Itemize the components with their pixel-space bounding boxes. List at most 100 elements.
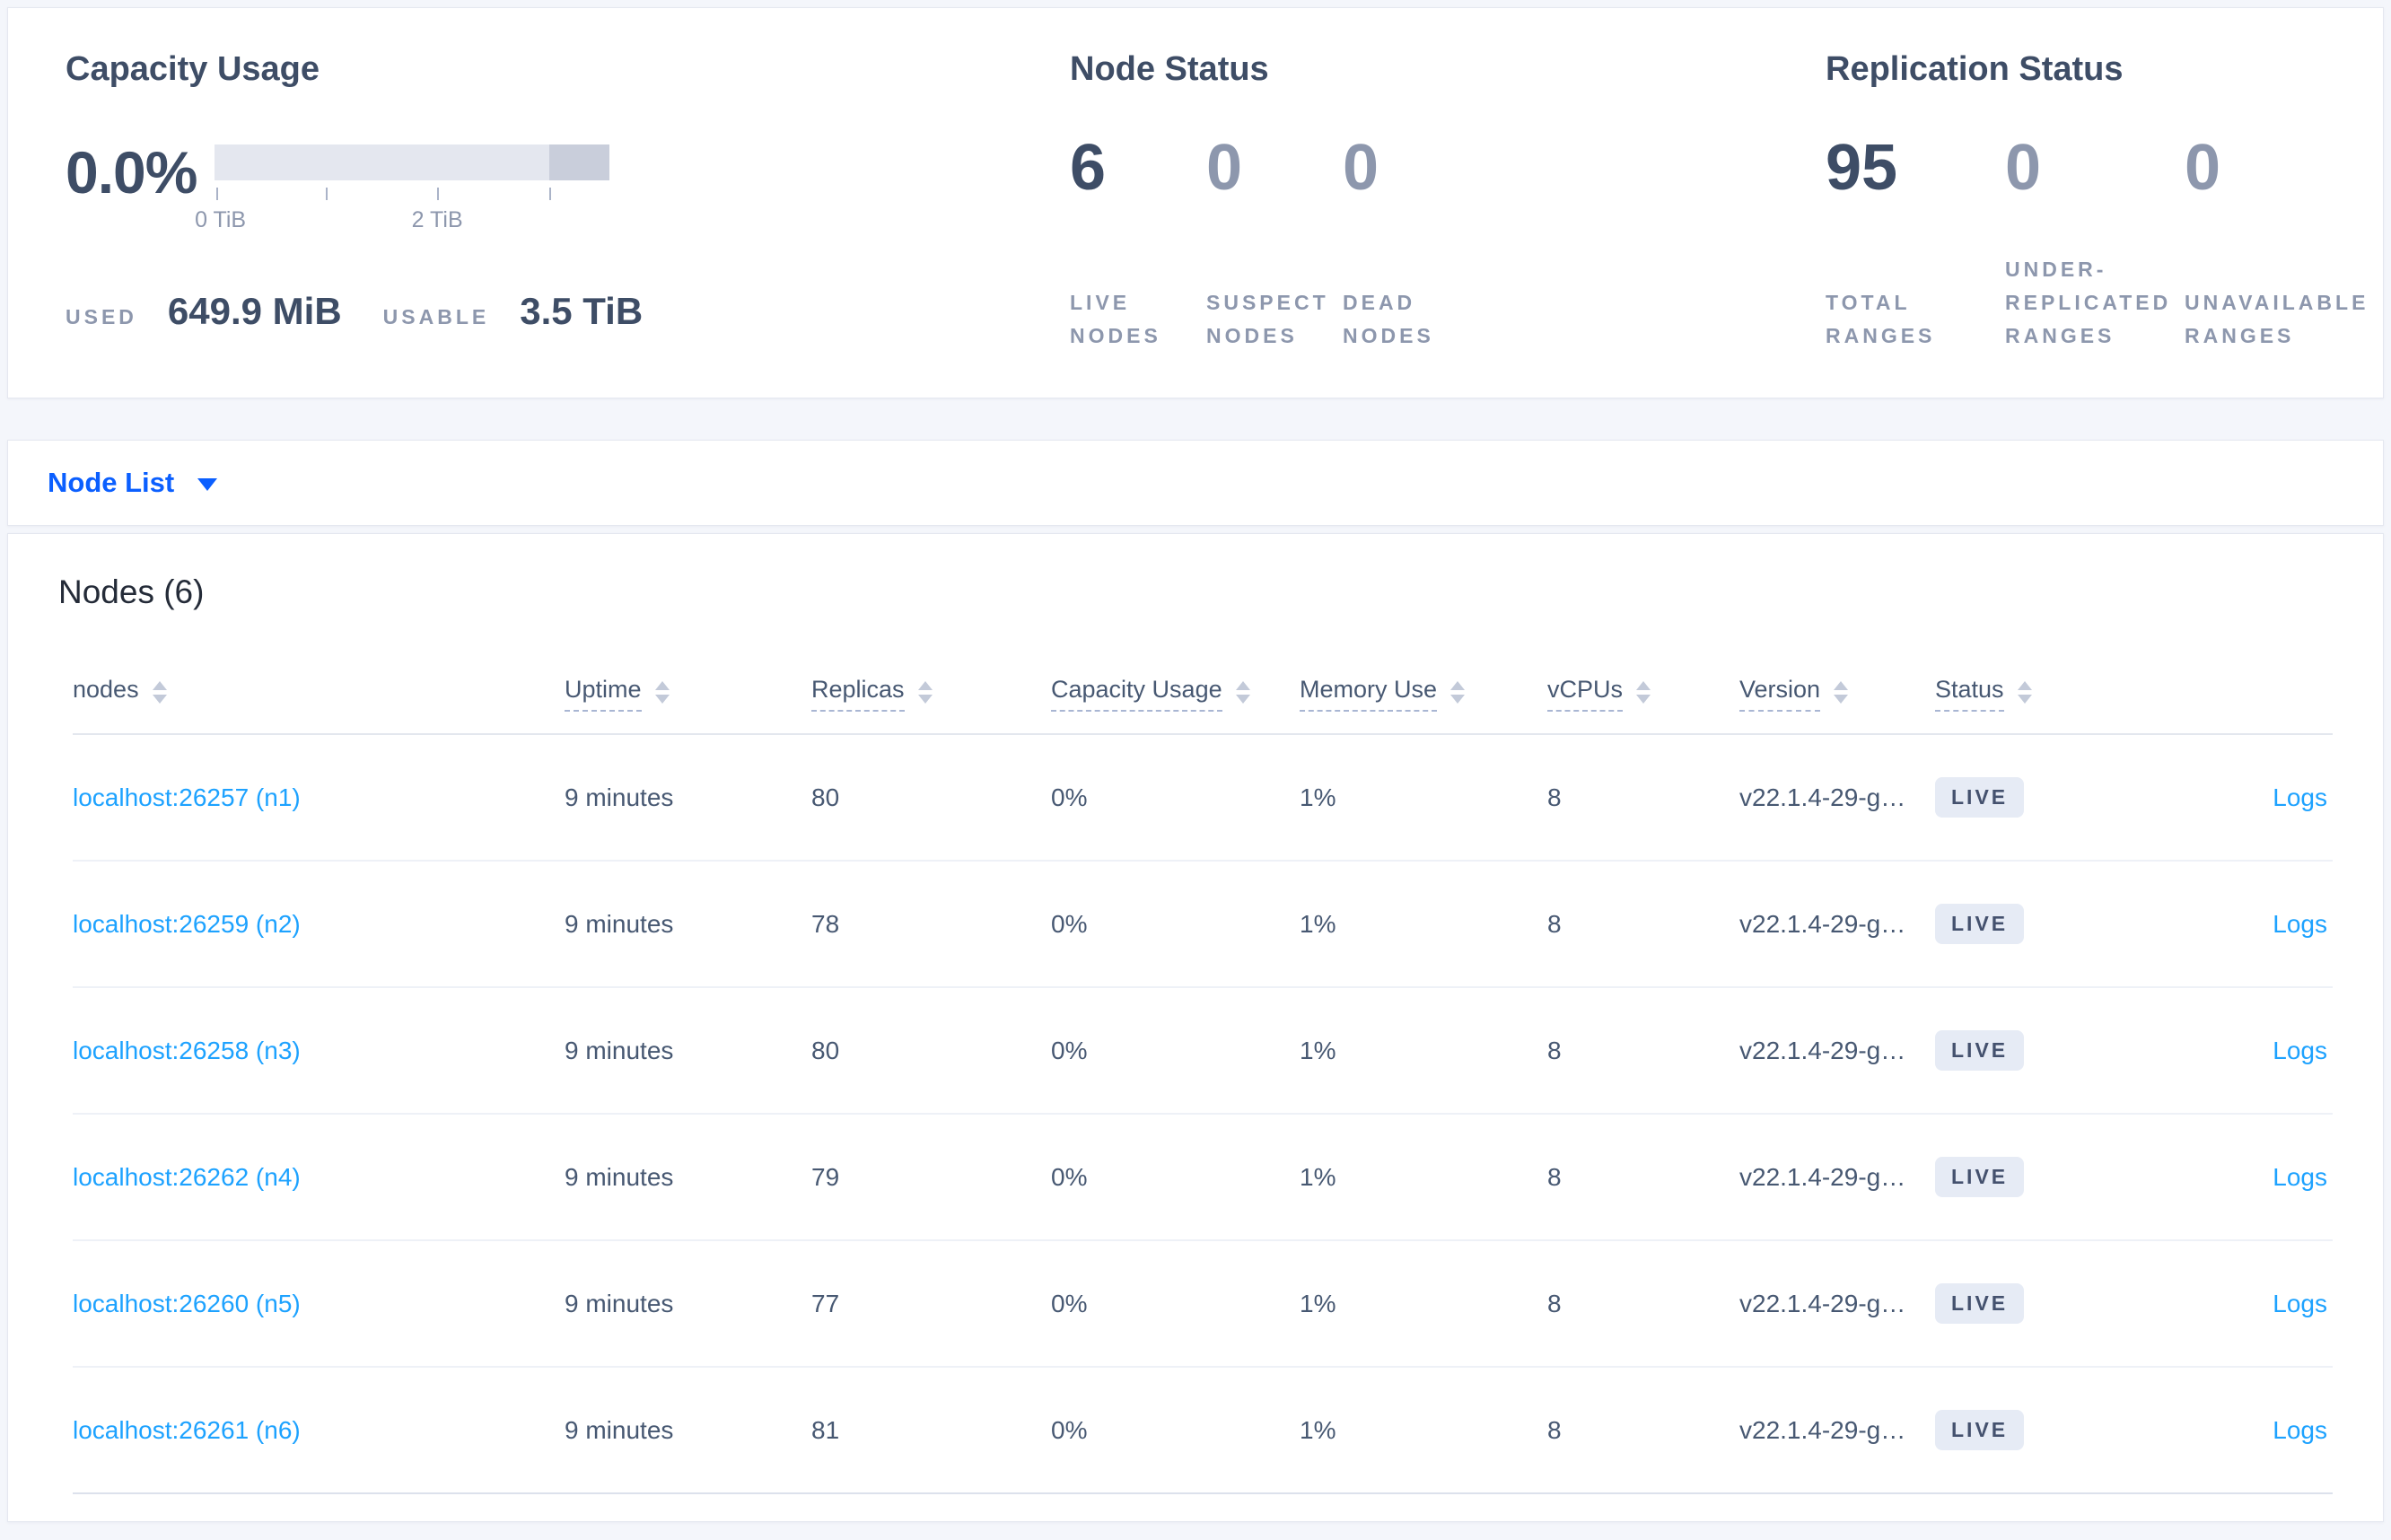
unavailable-ranges-value: 0 <box>2185 131 2221 204</box>
uptime-cell: 9 minutes <box>565 1289 674 1317</box>
live-nodes-stat: 6 LIVE NODES <box>1070 91 1206 360</box>
logs-link[interactable]: Logs <box>2273 783 2327 811</box>
under-replicated-ranges-value: 0 <box>2005 131 2042 204</box>
replication-status-section: Replication Status 95 TOTAL RANGES 0 UND… <box>1826 49 2383 398</box>
capacity-percent-value: 0.0% <box>66 138 197 206</box>
table-row: localhost:26262 (n4) 9 minutes 79 0% 1% … <box>73 1115 2333 1241</box>
replication-status-title: Replication Status <box>1826 50 2124 88</box>
memory-use-cell: 1% <box>1300 1036 1336 1064</box>
used-value: 649.9 MiB <box>167 289 342 332</box>
suspect-nodes-value: 0 <box>1206 131 1243 204</box>
sort-icon[interactable] <box>2017 680 2032 704</box>
capacity-usage-cell: 0% <box>1051 909 1088 938</box>
column-header-capacity-usage[interactable]: Capacity Usage <box>1051 676 1300 712</box>
node-status-section: Node Status 6 LIVE NODES 0 SUSPECT NODES… <box>1070 49 1826 398</box>
total-ranges-label: TOTAL RANGES <box>1826 291 1936 347</box>
sort-icon[interactable] <box>1450 680 1466 704</box>
nodes-panel: Nodes (6) nodes Uptime Replicas Capacity… <box>7 533 2384 1522</box>
capacity-bar-reserved-segment <box>549 144 609 180</box>
capacity-usage-cell: 0% <box>1051 1289 1088 1317</box>
sort-icon[interactable] <box>1636 680 1651 704</box>
column-header-version[interactable]: Version <box>1739 676 1935 712</box>
uptime-cell: 9 minutes <box>565 1162 674 1191</box>
uptime-cell: 9 minutes <box>565 909 674 938</box>
suspect-nodes-stat: 0 SUSPECT NODES <box>1206 91 1343 360</box>
table-header-row: nodes Uptime Replicas Capacity Usage Mem… <box>73 654 2333 735</box>
logs-link[interactable]: Logs <box>2273 910 2327 938</box>
vcpus-cell: 8 <box>1547 783 1562 811</box>
column-header-uptime[interactable]: Uptime <box>565 676 811 712</box>
logs-link[interactable]: Logs <box>2273 1037 2327 1064</box>
node-link[interactable]: localhost:26260 (n5) <box>73 1290 301 1317</box>
live-nodes-label: LIVE NODES <box>1070 291 1161 347</box>
status-badge: LIVE <box>1935 1030 2025 1071</box>
capacity-bar-ticks <box>215 187 609 202</box>
tick-mark <box>549 187 552 200</box>
sort-icon[interactable] <box>1235 680 1250 704</box>
unavailable-ranges-stat: 0 UNAVAILABLE RANGES <box>2185 91 2369 360</box>
version-cell: v22.1.4-29-g… <box>1739 1289 1906 1317</box>
capacity-bar: 0 TiB 2 TiB <box>195 144 609 234</box>
capacity-bar-track <box>215 144 609 180</box>
vcpus-cell: 8 <box>1547 1289 1562 1317</box>
version-cell: v22.1.4-29-g… <box>1739 1415 1906 1444</box>
node-link[interactable]: localhost:26258 (n3) <box>73 1037 301 1064</box>
node-link[interactable]: localhost:26257 (n1) <box>73 783 301 811</box>
node-link[interactable]: localhost:26262 (n4) <box>73 1163 301 1191</box>
live-nodes-value: 6 <box>1070 131 1107 204</box>
memory-use-cell: 1% <box>1300 783 1336 811</box>
under-replicated-ranges-stat: 0 UNDER-REPLICATED RANGES <box>2005 91 2185 360</box>
column-header-memory-use[interactable]: Memory Use <box>1300 676 1547 712</box>
tick-label-2tib: 2 TiB <box>411 206 463 232</box>
usable-label: USABLE <box>382 304 490 328</box>
node-status-title: Node Status <box>1070 50 1269 88</box>
table-row: localhost:26261 (n6) 9 minutes 81 0% 1% … <box>73 1368 2333 1494</box>
tick-mark <box>437 187 440 200</box>
logs-link[interactable]: Logs <box>2273 1416 2327 1444</box>
memory-use-cell: 1% <box>1300 1162 1336 1191</box>
column-header-replicas[interactable]: Replicas <box>811 676 1051 712</box>
capacity-usage-cell: 0% <box>1051 1415 1088 1444</box>
node-list-dropdown[interactable]: Node List <box>48 467 218 499</box>
sort-icon[interactable] <box>1834 680 1849 704</box>
used-label: USED <box>66 304 137 328</box>
uptime-cell: 9 minutes <box>565 1415 674 1444</box>
usable-value: 3.5 TiB <box>520 289 644 332</box>
sort-icon[interactable] <box>917 680 933 704</box>
version-cell: v22.1.4-29-g… <box>1739 1162 1906 1191</box>
vcpus-cell: 8 <box>1547 1036 1562 1064</box>
logs-link[interactable]: Logs <box>2273 1290 2327 1317</box>
replicas-cell: 79 <box>811 1162 840 1191</box>
node-link[interactable]: localhost:26259 (n2) <box>73 910 301 938</box>
total-ranges-value: 95 <box>1826 131 1898 204</box>
status-badge: LIVE <box>1935 1157 2025 1197</box>
nodes-panel-title: Nodes (6) <box>58 573 205 610</box>
replicas-cell: 81 <box>811 1415 840 1444</box>
capacity-usage-title: Capacity Usage <box>66 50 320 88</box>
status-badge: LIVE <box>1935 777 2025 818</box>
version-cell: v22.1.4-29-g… <box>1739 1036 1906 1064</box>
vcpus-cell: 8 <box>1547 1415 1562 1444</box>
capacity-usage-cell: 0% <box>1051 783 1088 811</box>
capacity-usage-cell: 0% <box>1051 1036 1088 1064</box>
memory-use-cell: 1% <box>1300 1415 1336 1444</box>
node-list-dropdown-label: Node List <box>48 467 175 498</box>
column-header-status[interactable]: Status <box>1935 676 2126 712</box>
table-row: localhost:26258 (n3) 9 minutes 80 0% 1% … <box>73 988 2333 1115</box>
memory-use-cell: 1% <box>1300 909 1336 938</box>
sort-icon[interactable] <box>654 680 670 704</box>
unavailable-ranges-label: UNAVAILABLE RANGES <box>2185 291 2369 347</box>
capacity-usage-cell: 0% <box>1051 1162 1088 1191</box>
uptime-cell: 9 minutes <box>565 1036 674 1064</box>
column-header-vcpus[interactable]: vCPUs <box>1547 676 1739 712</box>
tick-label-0tib: 0 TiB <box>195 206 247 232</box>
capacity-usage-section: Capacity Usage 0.0% 0 TiB 2 TiB USED 649… <box>66 49 1070 398</box>
sort-icon[interactable] <box>152 680 167 704</box>
vcpus-cell: 8 <box>1547 909 1562 938</box>
node-link[interactable]: localhost:26261 (n6) <box>73 1416 301 1444</box>
view-selector-bar: Node List <box>7 440 2384 526</box>
logs-link[interactable]: Logs <box>2273 1163 2327 1191</box>
replicas-cell: 78 <box>811 909 840 938</box>
under-replicated-ranges-label: UNDER-REPLICATED RANGES <box>2005 258 2172 347</box>
column-header-nodes[interactable]: nodes <box>73 676 565 712</box>
